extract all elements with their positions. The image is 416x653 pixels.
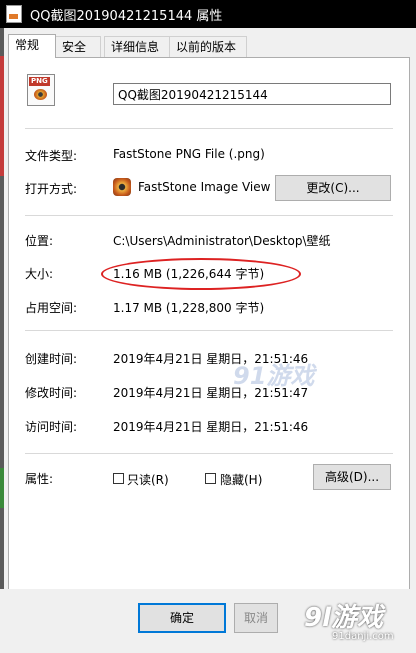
disk-size-value: 1.17 MB (1,228,800 字节) <box>113 301 265 315</box>
file-type-value: FastStone PNG File (.png) <box>113 147 265 161</box>
tab-details[interactable]: 详细信息 <box>104 36 170 57</box>
open-with-value: FastStone Image View <box>138 180 271 194</box>
advanced-button[interactable]: 高级(D)... <box>313 464 391 490</box>
window-title: QQ截图20190421215144 属性 <box>30 9 223 24</box>
separator <box>25 453 393 454</box>
highlight-ellipse <box>101 258 301 290</box>
title-bar[interactable]: QQ截图20190421215144 属性 <box>0 0 416 28</box>
accessed-value: 2019年4月21日 星期日，21:51:46 <box>113 420 309 434</box>
accessed-label: 访问时间: <box>25 420 78 434</box>
tab-general[interactable]: 常规 <box>8 34 56 58</box>
cancel-button[interactable]: 取消 <box>234 603 278 633</box>
png-file-icon <box>6 5 22 23</box>
faststone-app-icon <box>113 178 131 196</box>
created-label: 创建时间: <box>25 352 78 366</box>
modified-label: 修改时间: <box>25 386 78 400</box>
readonly-checkbox[interactable] <box>113 473 124 484</box>
file-name-input[interactable]: QQ截图20190421215144 <box>113 83 391 105</box>
ok-button[interactable]: 确定 <box>138 603 226 633</box>
separator <box>25 128 393 129</box>
separator <box>25 330 393 331</box>
dialog-footer: 确定 取消 9l游戏 91danji.com <box>0 589 416 653</box>
file-type-icon: PNG <box>27 74 55 106</box>
separator <box>25 215 393 216</box>
watermark-text: 91游戏 <box>233 362 315 390</box>
tab-security[interactable]: 安全 <box>55 36 101 57</box>
brand-url: 91danji.com <box>332 631 394 642</box>
location-value: C:\Users\Administrator\Desktop\壁纸 <box>113 234 331 248</box>
png-tag: PNG <box>29 77 50 86</box>
open-with-label: 打开方式: <box>25 182 78 196</box>
disk-size-label: 占用空间: <box>25 301 78 315</box>
tab-previous-versions[interactable]: 以前的版本 <box>169 36 247 57</box>
background-window-edge <box>0 28 4 653</box>
brand-logo: 9l游戏 <box>304 603 384 633</box>
change-button[interactable]: 更改(C)... <box>275 175 391 201</box>
attributes-label: 属性: <box>25 472 54 486</box>
size-label: 大小: <box>25 267 54 281</box>
hidden-label: 隐藏(H) <box>220 473 263 487</box>
hidden-checkbox[interactable] <box>205 473 216 484</box>
file-type-label: 文件类型: <box>25 149 78 163</box>
readonly-label: 只读(R) <box>127 473 169 487</box>
general-panel: PNG QQ截图20190421215144 文件类型: FastStone P… <box>8 57 410 591</box>
faststone-eye-icon <box>34 89 47 100</box>
location-label: 位置: <box>25 234 54 248</box>
